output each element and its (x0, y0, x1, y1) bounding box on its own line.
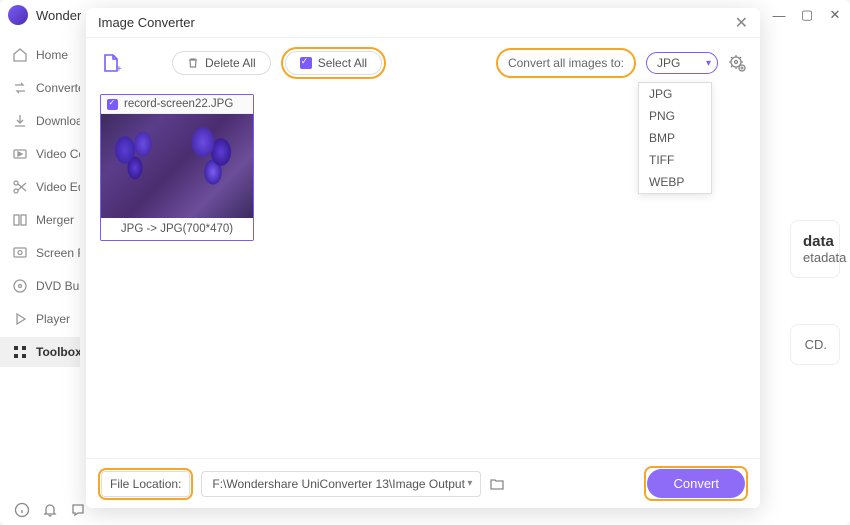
sidebar-item-label: Converte (36, 81, 80, 95)
right-panel: data etadata CD. (790, 40, 840, 510)
select-all-label: Select All (318, 56, 367, 70)
info-icon[interactable] (14, 502, 30, 518)
metadata-sub: etadata (803, 250, 827, 265)
download-icon (12, 113, 28, 129)
convert-highlight: Convert (644, 466, 748, 501)
thumbnail-filename: record-screen22.JPG (124, 98, 233, 110)
metadata-header: data (803, 233, 827, 250)
convert-all-label: Convert all images to: (500, 52, 632, 74)
sidebar-item-downloader[interactable]: Downloa (0, 106, 80, 136)
thumbnail-header: record-screen22.JPG (101, 95, 253, 114)
sidebar-item-label: Downloa (36, 114, 80, 128)
modal-footer: File Location: F:\Wondershare UniConvert… (86, 458, 760, 508)
sidebar-item-label: Merger (36, 213, 74, 227)
file-location-highlight: File Location: (98, 468, 193, 500)
open-folder-icon[interactable] (489, 476, 505, 492)
svg-text:+: + (116, 64, 122, 74)
sidebar-item-video-compress[interactable]: Video Co (0, 139, 80, 169)
trash-icon (187, 57, 199, 69)
maximize-icon[interactable]: ▢ (800, 8, 814, 22)
dropdown-item-webp[interactable]: WEBP (639, 171, 711, 193)
converter-icon (12, 80, 28, 96)
format-select[interactable]: JPG (646, 52, 718, 74)
close-icon[interactable]: ✕ (735, 13, 748, 33)
play-icon (12, 311, 28, 327)
convert-button[interactable]: Convert (647, 469, 745, 498)
app-logo (8, 5, 28, 25)
sidebar-item-toolbox[interactable]: Toolbox (0, 337, 80, 367)
sidebar-item-player[interactable]: Player (0, 304, 80, 334)
settings-icon[interactable] (728, 54, 746, 72)
main-window: Wonder ◐ ? — ▢ ✕ Home Converte (0, 0, 850, 525)
file-path-text: F:\Wondershare UniConverter 13\Image Out… (212, 477, 465, 491)
merger-icon (12, 212, 28, 228)
home-icon (12, 47, 28, 63)
minimize-icon[interactable]: — (772, 8, 786, 22)
dropdown-item-bmp[interactable]: BMP (639, 127, 711, 149)
toolbar: + Delete All Select All Convert all imag… (86, 38, 760, 88)
sidebar-item-label: DVD Bur (36, 279, 80, 293)
select-all-button[interactable]: Select All (285, 51, 382, 75)
feedback-icon[interactable] (70, 502, 86, 518)
sidebar-item-home[interactable]: Home (0, 40, 80, 70)
sidebar-item-screen-recorder[interactable]: Screen R (0, 238, 80, 268)
video-compress-icon (12, 146, 28, 162)
sidebar-item-label: Home (36, 48, 68, 62)
file-location-select[interactable]: F:\Wondershare UniConverter 13\Image Out… (201, 471, 481, 497)
convert-label-highlight: Convert all images to: (496, 48, 636, 78)
dropdown-item-png[interactable]: PNG (639, 105, 711, 127)
scissors-icon (12, 179, 28, 195)
checkbox-icon (300, 57, 312, 69)
select-all-highlight: Select All (281, 47, 386, 79)
thumbnail-card[interactable]: record-screen22.JPG JPG -> JPG(700*470) (100, 94, 254, 241)
metadata-card: data etadata (790, 220, 840, 278)
delete-all-button[interactable]: Delete All (172, 51, 271, 75)
format-dropdown: JPG PNG BMP TIFF WEBP (638, 82, 712, 194)
sidebar-item-label: Screen R (36, 246, 80, 260)
sidebar-item-merger[interactable]: Merger (0, 205, 80, 235)
bell-icon[interactable] (42, 502, 58, 518)
sidebar-item-converter[interactable]: Converte (0, 73, 80, 103)
disc-icon (12, 278, 28, 294)
modal-title: Image Converter (98, 15, 195, 30)
dropdown-item-tiff[interactable]: TIFF (639, 149, 711, 171)
thumbnail-image (101, 114, 253, 218)
screen-record-icon (12, 245, 28, 261)
sidebar: Home Converte Downloa Video Co (0, 30, 80, 495)
sidebar-item-dvd-burner[interactable]: DVD Bur (0, 271, 80, 301)
sidebar-item-video-editor[interactable]: Video Ed (0, 172, 80, 202)
sidebar-item-label: Player (36, 312, 70, 326)
cd-card: CD. (790, 324, 840, 365)
close-window-icon[interactable]: ✕ (828, 8, 842, 22)
dropdown-item-jpg[interactable]: JPG (639, 83, 711, 105)
format-selected: JPG (657, 56, 680, 70)
add-file-button[interactable]: + (100, 52, 122, 74)
image-converter-modal: Image Converter ✕ + Delete All Select Al… (86, 8, 760, 508)
sidebar-item-label: Video Ed (36, 180, 80, 194)
cd-text: CD. (803, 337, 827, 352)
thumbnail-checkbox[interactable] (107, 99, 118, 110)
sidebar-item-label: Toolbox (36, 345, 80, 359)
convert-label: Convert (673, 476, 719, 491)
toolbox-icon (12, 344, 28, 360)
modal-header: Image Converter ✕ (86, 8, 760, 38)
file-location-label: File Location: (101, 471, 190, 497)
thumbnail-conversion: JPG -> JPG(700*470) (101, 218, 253, 240)
delete-all-label: Delete All (205, 56, 256, 70)
sidebar-item-label: Video Co (36, 147, 80, 161)
